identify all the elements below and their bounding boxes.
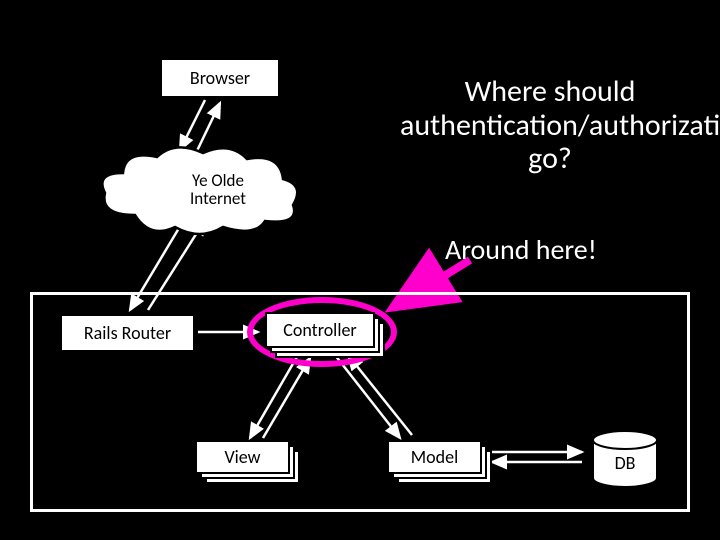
node-model-label: Model [411, 446, 458, 468]
node-controller-label: Controller [283, 319, 356, 341]
node-browser: Browser [160, 58, 280, 98]
node-router-label: Rails Router [84, 322, 171, 344]
node-router: Rails Router [60, 314, 195, 352]
slide-stage: Where should authentication/authorizatio… [0, 0, 720, 540]
node-view: View [195, 440, 290, 474]
node-browser-label: Browser [190, 67, 250, 89]
node-view-label: View [224, 446, 260, 468]
node-controller: Controller [265, 312, 375, 348]
node-cloud-label: Ye Olde Internet [158, 172, 278, 208]
node-db-label: DB [595, 452, 655, 474]
answer-text: Around here! [445, 232, 597, 267]
node-model: Model [387, 440, 482, 474]
question-text: Where should authentication/authorizatio… [400, 75, 700, 176]
